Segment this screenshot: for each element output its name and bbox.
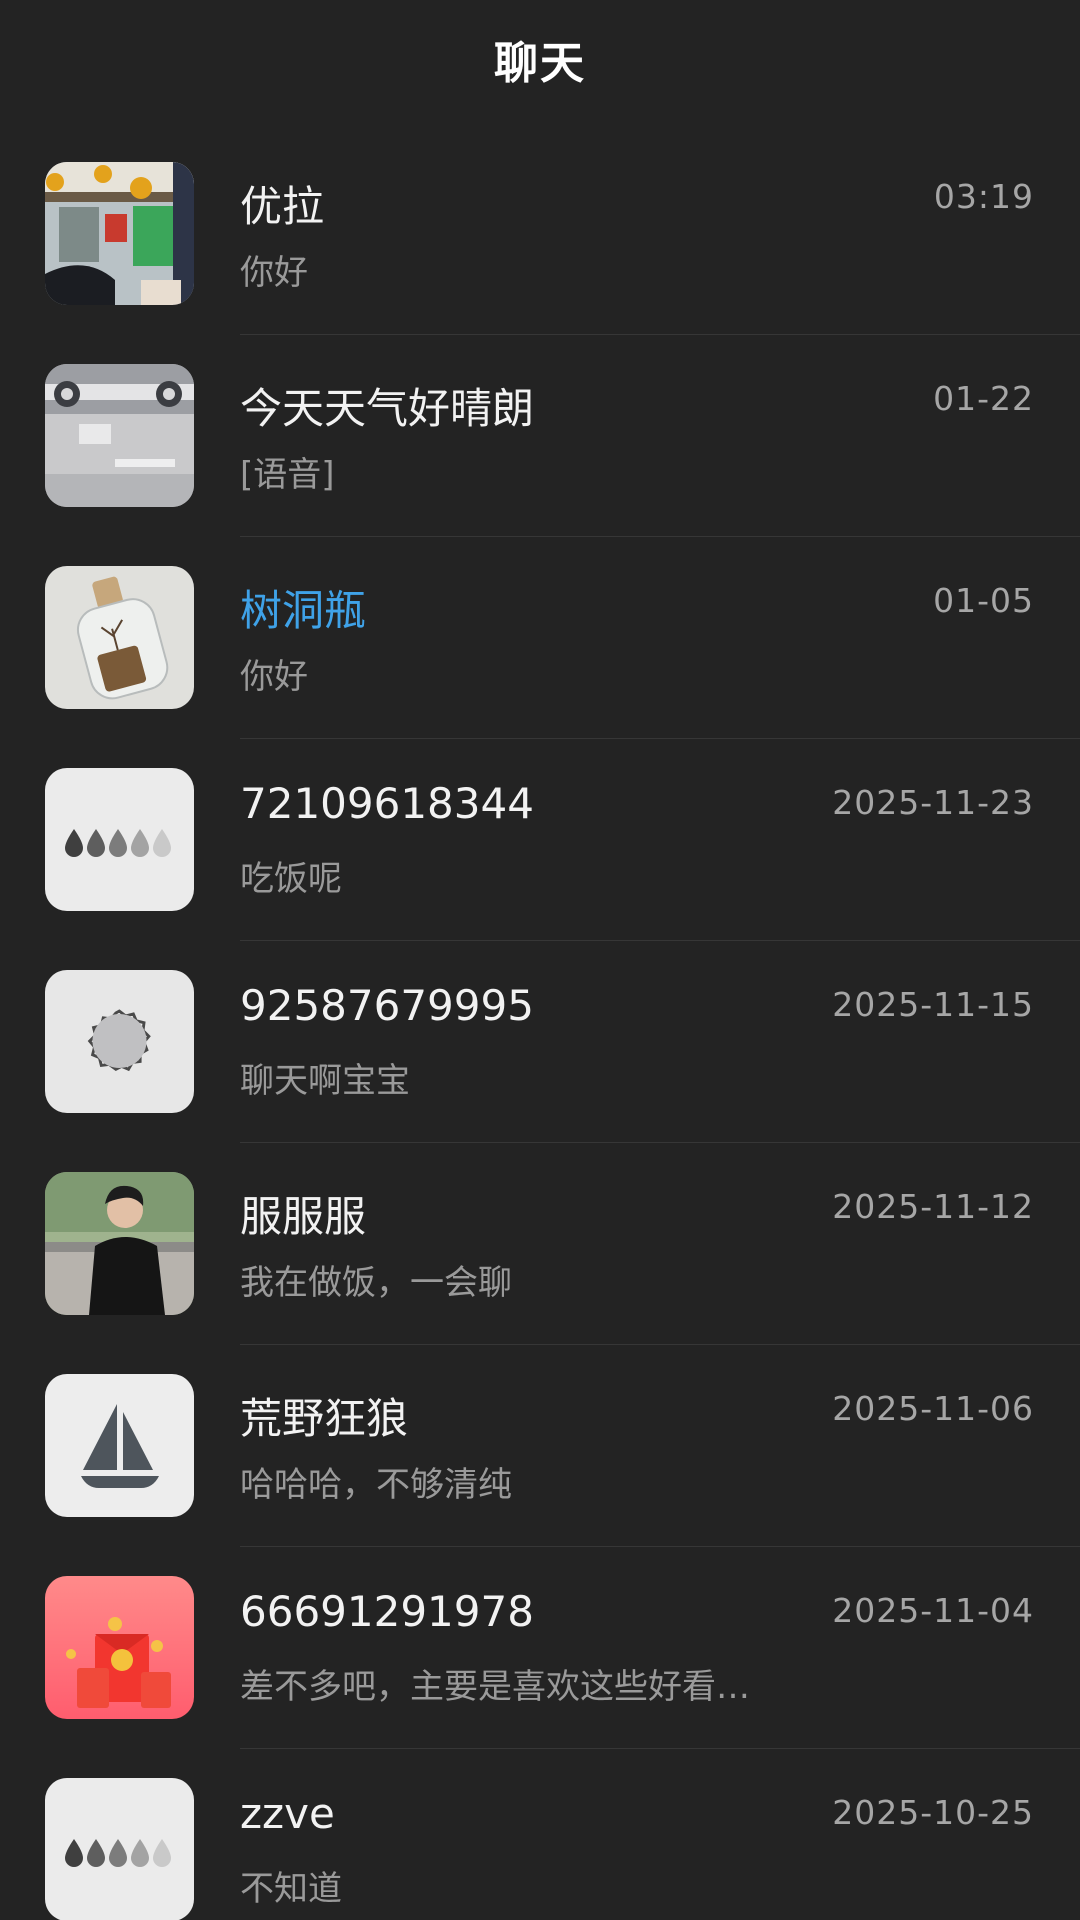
chat-name: 树洞瓶 — [240, 586, 367, 635]
chat-preview: 我在做饭，一会聊 — [240, 1263, 512, 1303]
droplets-icon — [45, 768, 194, 911]
bottle-icon — [45, 566, 194, 709]
chat-preview: 聊天啊宝宝 — [240, 1061, 410, 1101]
chat-time: 2025-11-15 — [832, 985, 1034, 1024]
photo-person-icon — [45, 1172, 194, 1315]
chat-time: 01-22 — [933, 379, 1034, 418]
chat-preview: [语音] — [240, 455, 335, 495]
chat-list: 优拉 你好 03:19 今天天气好晴朗 [语音] 01-22 树洞瓶 你好 01… — [0, 133, 1080, 1920]
chat-time: 2025-11-04 — [832, 1591, 1034, 1630]
chat-row-wolf[interactable]: 荒野狂狼 哈哈哈，不够清纯 2025-11-06 — [0, 1345, 1080, 1547]
chat-preview: 不知道 — [240, 1869, 342, 1909]
chat-row-bottle[interactable]: 树洞瓶 你好 01-05 — [0, 537, 1080, 739]
photo-room-icon — [45, 364, 194, 507]
chat-time: 03:19 — [933, 177, 1034, 216]
chat-time: 2025-10-25 — [832, 1793, 1034, 1832]
chat-preview: 你好 — [240, 657, 308, 697]
chat-time: 01-05 — [933, 581, 1034, 620]
red-envelope-icon — [45, 1576, 194, 1719]
page-title: 聊天 — [494, 38, 586, 89]
badge-circle-icon — [45, 970, 194, 1113]
chat-name: 72109618344 — [240, 779, 534, 828]
chat-preview: 差不多吧，主要是喜欢这些好看… — [240, 1667, 750, 1707]
chat-row-92587679995[interactable]: 92587679995 聊天啊宝宝 2025-11-15 — [0, 941, 1080, 1143]
chat-screen: 聊天 优拉 你好 03:19 今天天气好晴朗 [语音] 01-22 树洞瓶 你好… — [0, 0, 1080, 1920]
chat-preview: 你好 — [240, 253, 308, 293]
chat-row-weather[interactable]: 今天天气好晴朗 [语音] 01-22 — [0, 335, 1080, 537]
chat-name: 荒野狂狼 — [240, 1394, 409, 1443]
nav-bar: 聊天 — [0, 0, 1080, 120]
chat-row-fufufu[interactable]: 服服服 我在做饭，一会聊 2025-11-12 — [0, 1143, 1080, 1345]
chat-name: 服服服 — [240, 1192, 367, 1241]
chat-name: 今天天气好晴朗 — [240, 384, 535, 433]
chat-preview: 吃饭呢 — [240, 859, 342, 899]
chat-name: 优拉 — [240, 182, 325, 231]
chat-time: 2025-11-23 — [832, 783, 1034, 822]
chat-row-66691291978[interactable]: 66691291978 差不多吧，主要是喜欢这些好看… 2025-11-04 — [0, 1547, 1080, 1749]
chat-time: 2025-11-12 — [832, 1187, 1034, 1226]
chat-name: zzve — [240, 1789, 335, 1838]
chat-preview: 哈哈哈，不够清纯 — [240, 1465, 512, 1505]
chat-name: 92587679995 — [240, 981, 534, 1030]
photo-street-icon — [45, 162, 194, 305]
sailboat-icon — [45, 1374, 194, 1517]
chat-time: 2025-11-06 — [832, 1389, 1034, 1428]
chat-name: 66691291978 — [240, 1587, 534, 1636]
chat-row-zzve[interactable]: zzve 不知道 2025-10-25 — [0, 1749, 1080, 1920]
droplets-icon — [45, 1778, 194, 1920]
chat-row-youla[interactable]: 优拉 你好 03:19 — [0, 133, 1080, 335]
chat-row-72109618344[interactable]: 72109618344 吃饭呢 2025-11-23 — [0, 739, 1080, 941]
